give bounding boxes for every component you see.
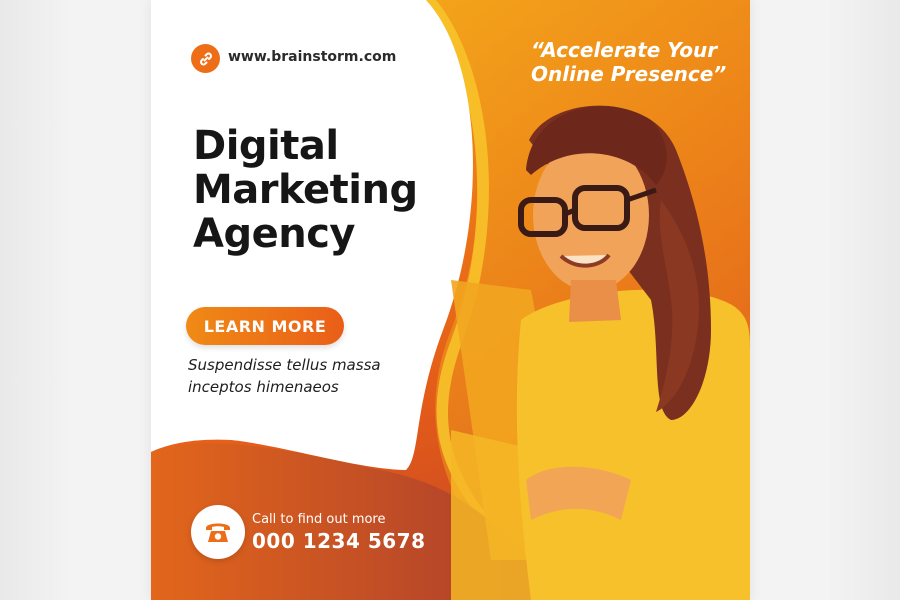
call-label: Call to find out more xyxy=(252,512,386,527)
headline-line-3: Agency xyxy=(193,211,355,257)
headline-line-1: Digital xyxy=(193,123,339,169)
person-image xyxy=(451,105,750,600)
quote-line-2: Online Presence” xyxy=(531,62,727,86)
ad-banner: www.brainstorm.com Digital Marketing Age… xyxy=(151,0,750,600)
quote-line-1: “Accelerate Your xyxy=(531,38,718,62)
phone-icon[interactable] xyxy=(191,505,245,559)
headline-line-2: Marketing xyxy=(193,167,418,213)
website-url[interactable]: www.brainstorm.com xyxy=(228,49,396,65)
learn-more-button[interactable]: LEARN MORE xyxy=(186,307,344,345)
link-icon xyxy=(191,44,220,73)
tagline-line-2: inceptos himenaeos xyxy=(188,378,339,396)
tagline-line-1: Suspendisse tellus massa xyxy=(188,356,381,374)
phone-number[interactable]: 000 1234 5678 xyxy=(252,529,426,553)
